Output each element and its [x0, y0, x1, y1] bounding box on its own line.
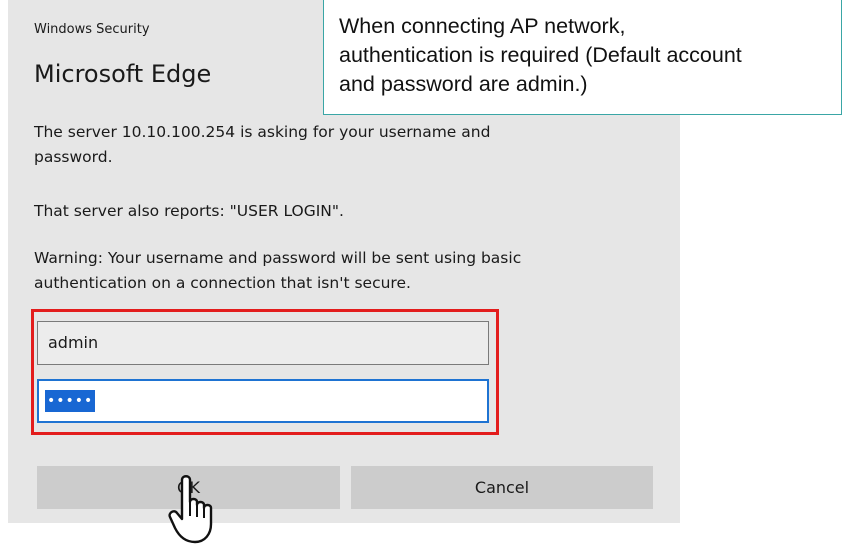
- password-field[interactable]: •••••: [37, 379, 489, 423]
- instruction-callout: When connecting AP network, authenticati…: [323, 0, 842, 115]
- server-message-line-1: The server 10.10.100.254 is asking for y…: [34, 123, 491, 141]
- page: Windows Security Microsoft Edge The serv…: [0, 0, 846, 545]
- security-warning-line-1: Warning: Your username and password will…: [34, 249, 522, 267]
- security-warning-line-2: authentication on a connection that isn'…: [34, 274, 411, 292]
- server-message-line-2: password.: [34, 148, 113, 166]
- dialog-title: Microsoft Edge: [34, 60, 212, 88]
- hand-pointer-icon: [168, 475, 213, 544]
- server-message: The server 10.10.100.254 is asking for y…: [34, 120, 644, 170]
- username-field[interactable]: admin: [37, 321, 489, 365]
- dialog-app-label: Windows Security: [34, 22, 150, 37]
- password-selected-text: •••••: [45, 390, 96, 412]
- callout-line-1: When connecting AP network,: [339, 14, 626, 38]
- server-report: That server also reports: "USER LOGIN".: [34, 202, 344, 220]
- security-warning: Warning: Your username and password will…: [34, 246, 644, 296]
- cancel-button[interactable]: Cancel: [351, 466, 653, 509]
- callout-line-2: authentication is required (Default acco…: [339, 43, 742, 67]
- callout-line-3: and password are admin.): [339, 72, 588, 96]
